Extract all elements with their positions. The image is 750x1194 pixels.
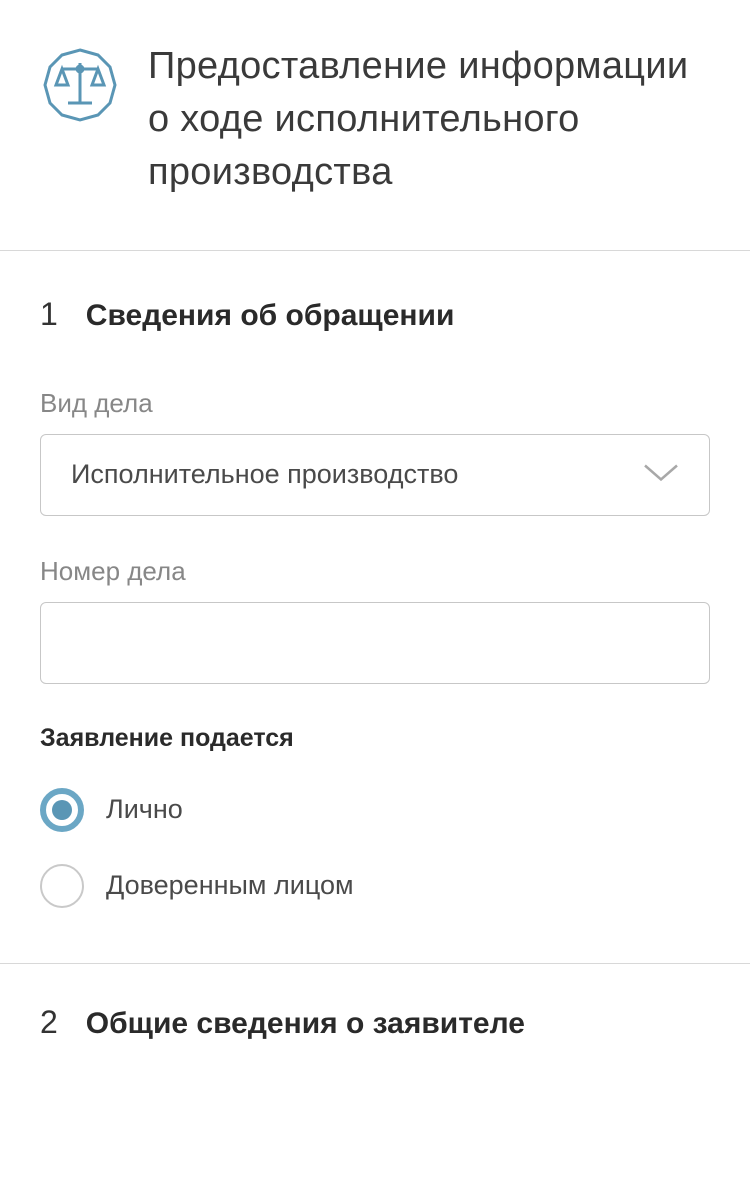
- section-1-header: 1 Сведения об обращении: [40, 296, 710, 333]
- case-number-label: Номер дела: [40, 556, 710, 587]
- section-2-number: 2: [40, 1004, 58, 1041]
- section-2-title: Общие сведения о заявителе: [86, 1007, 525, 1041]
- radio-option-personally[interactable]: Лично: [40, 788, 710, 832]
- radio-label-trusted: Доверенным лицом: [106, 870, 354, 901]
- radio-inner-icon: [52, 800, 72, 820]
- radio-circle-icon: [40, 864, 84, 908]
- section-2-header: 2 Общие сведения о заявителе: [40, 1004, 710, 1041]
- spacer: [0, 908, 750, 963]
- section-1-number: 1: [40, 296, 58, 333]
- case-type-label: Вид дела: [40, 388, 710, 419]
- page-header: Предоставление информации о ходе исполни…: [0, 0, 750, 250]
- section-1: 1 Сведения об обращении Вид дела Исполни…: [0, 251, 750, 908]
- application-submitted-radio-group: Лично Доверенным лицом: [40, 788, 710, 908]
- case-type-field: Вид дела Исполнительное производство: [40, 388, 710, 516]
- section-1-title: Сведения об обращении: [86, 299, 455, 333]
- radio-option-trusted[interactable]: Доверенным лицом: [40, 864, 710, 908]
- case-type-select[interactable]: Исполнительное производство: [40, 434, 710, 516]
- chevron-down-icon: [643, 461, 679, 488]
- case-type-value: Исполнительное производство: [71, 459, 458, 490]
- radio-label-personally: Лично: [106, 794, 183, 825]
- radio-circle-icon: [40, 788, 84, 832]
- section-2: 2 Общие сведения о заявителе: [0, 964, 750, 1041]
- page-title: Предоставление информации о ходе исполни…: [148, 40, 710, 200]
- case-number-field: Номер дела: [40, 556, 710, 684]
- case-number-input[interactable]: [40, 602, 710, 684]
- application-submitted-label: Заявление подается: [40, 724, 710, 753]
- scales-icon: [40, 45, 120, 125]
